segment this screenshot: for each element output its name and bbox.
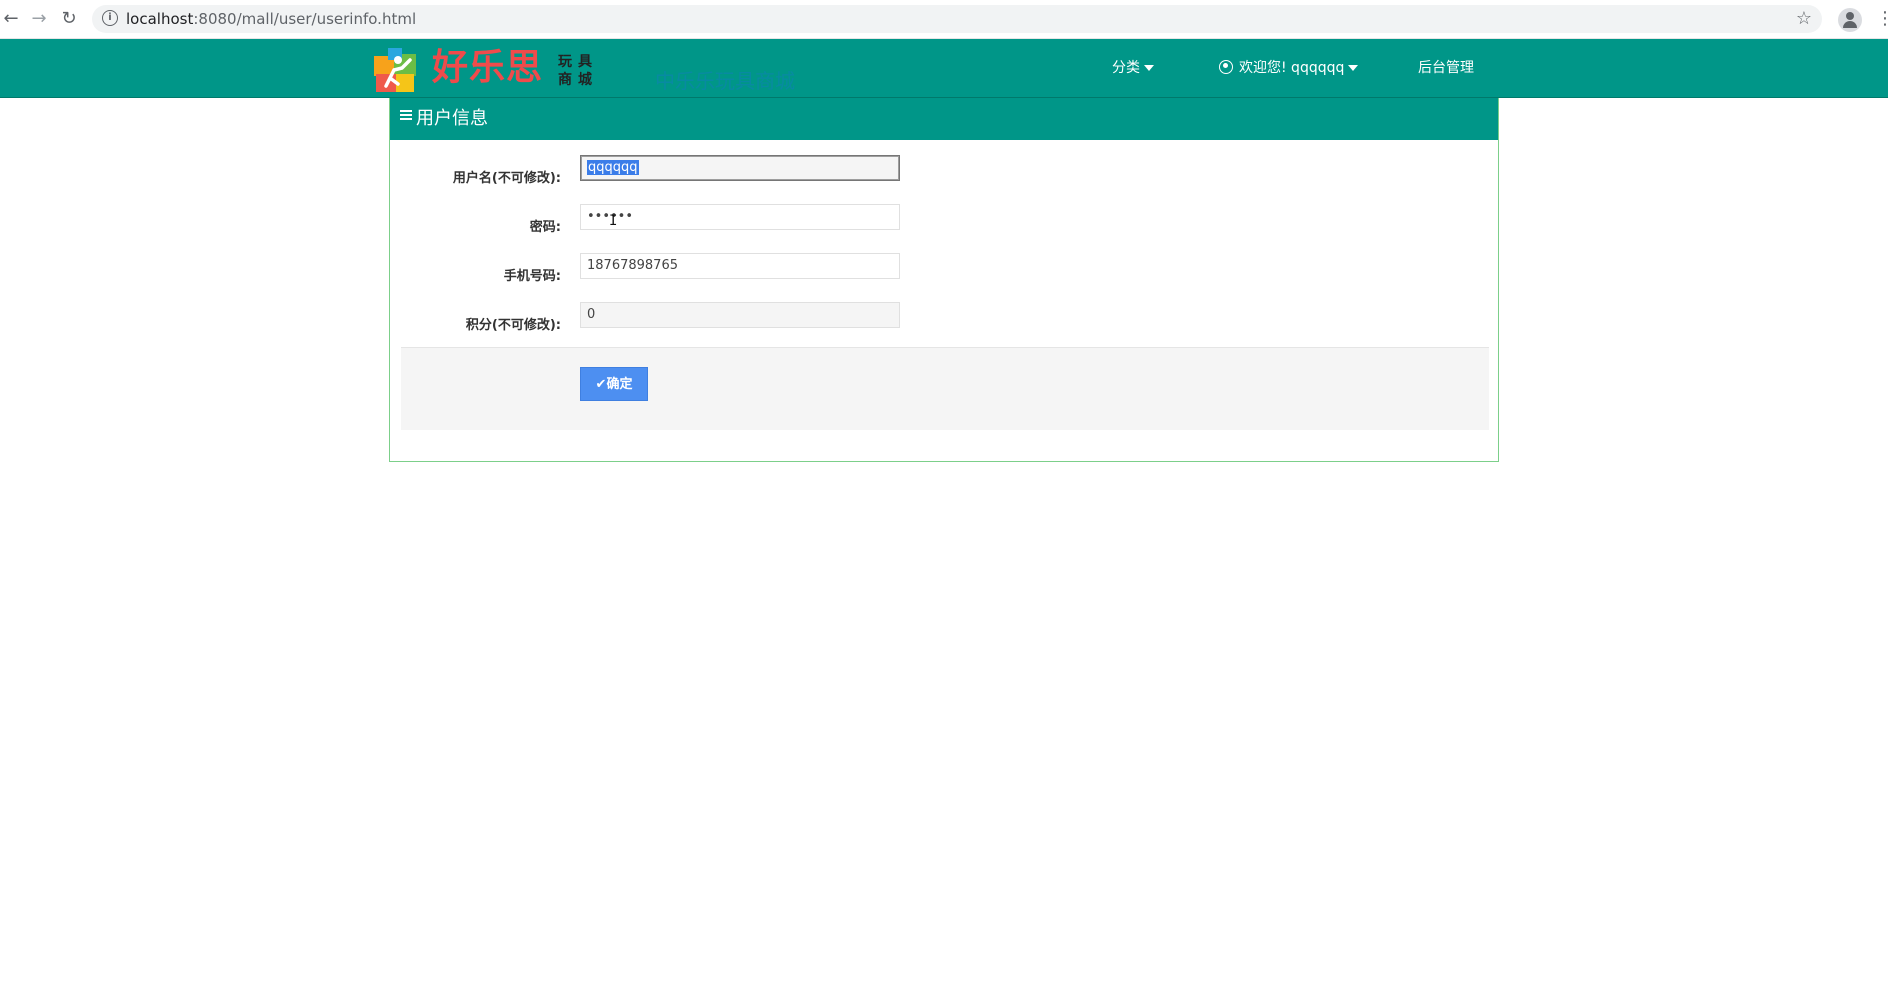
- confirm-button-label: 确定: [606, 377, 633, 392]
- logo-mark-icon: [374, 48, 416, 92]
- nav-category-label: 分类: [1112, 60, 1140, 76]
- url-path: :8080/mall/user/userinfo.html: [193, 10, 417, 28]
- points-input[interactable]: 0: [580, 302, 900, 328]
- browser-menu-icon[interactable]: ⋮: [1876, 8, 1888, 30]
- user-circle-icon: [1219, 60, 1233, 74]
- site-logo[interactable]: 好乐思 玩具商城: [372, 43, 600, 93]
- form-row-phone: 手机号码: 18767898765: [390, 253, 1498, 289]
- list-icon: [400, 108, 412, 122]
- form-actions: ✔确定: [401, 347, 1489, 430]
- forward-icon[interactable]: →: [28, 8, 50, 30]
- username-value: qqqqqq: [587, 160, 639, 175]
- text-cursor-icon: I: [609, 213, 618, 229]
- logo-text: 好乐思: [432, 47, 544, 88]
- form-row-password: 密码: •••••• I: [390, 204, 1498, 240]
- site-header: 好乐思 玩具商城 中乐乐玩具商城 分类 欢迎您! qqqqqq 后台管理: [0, 39, 1888, 98]
- username-input[interactable]: qqqqqq: [580, 155, 900, 181]
- ghost-site-link[interactable]: 中乐乐玩具商城: [655, 65, 795, 94]
- confirm-button[interactable]: ✔确定: [580, 367, 648, 401]
- url-text[interactable]: localhost:8080/mall/user/userinfo.html: [126, 10, 416, 28]
- nav-admin-link[interactable]: 后台管理: [1418, 59, 1474, 77]
- info-icon[interactable]: i: [102, 10, 118, 26]
- nav-welcome-label: 欢迎您! qqqqqq: [1239, 60, 1345, 76]
- nav-category-dropdown[interactable]: 分类: [1112, 59, 1154, 77]
- url-host: localhost: [126, 10, 194, 28]
- phone-input[interactable]: 18767898765: [580, 253, 900, 279]
- panel-heading: 用户信息: [390, 98, 1498, 140]
- password-input[interactable]: •••••• I: [580, 204, 900, 230]
- back-icon[interactable]: ←: [0, 8, 22, 30]
- panel-title: 用户信息: [416, 108, 488, 129]
- address-bar[interactable]: i localhost:8080/mall/user/userinfo.html…: [92, 5, 1822, 33]
- form-row-points: 积分(不可修改): 0: [390, 302, 1498, 338]
- caret-down-icon: [1144, 65, 1154, 71]
- form-row-username: 用户名(不可修改): qqqqqq: [390, 155, 1498, 191]
- password-label: 密码:: [529, 220, 561, 235]
- profile-icon[interactable]: [1838, 8, 1862, 32]
- points-label: 积分(不可修改):: [465, 318, 561, 333]
- logo-subtext: 玩具商城: [558, 54, 598, 88]
- check-icon: ✔: [595, 377, 607, 392]
- points-value: 0: [587, 307, 596, 322]
- username-label: 用户名(不可修改):: [452, 171, 561, 186]
- browser-toolbar: ← → ↻ i localhost:8080/mall/user/userinf…: [0, 0, 1888, 39]
- nav-admin-label: 后台管理: [1418, 60, 1474, 76]
- reload-icon[interactable]: ↻: [58, 8, 80, 30]
- nav-user-dropdown[interactable]: 欢迎您! qqqqqq: [1219, 59, 1359, 77]
- caret-down-icon: [1348, 65, 1359, 71]
- bookmark-star-icon[interactable]: ☆: [1796, 8, 1812, 29]
- user-info-panel: 用户信息 用户名(不可修改): qqqqqq 密码: •••••• I 手机号码…: [389, 98, 1499, 462]
- phone-label: 手机号码:: [503, 269, 561, 284]
- phone-value: 18767898765: [587, 258, 678, 273]
